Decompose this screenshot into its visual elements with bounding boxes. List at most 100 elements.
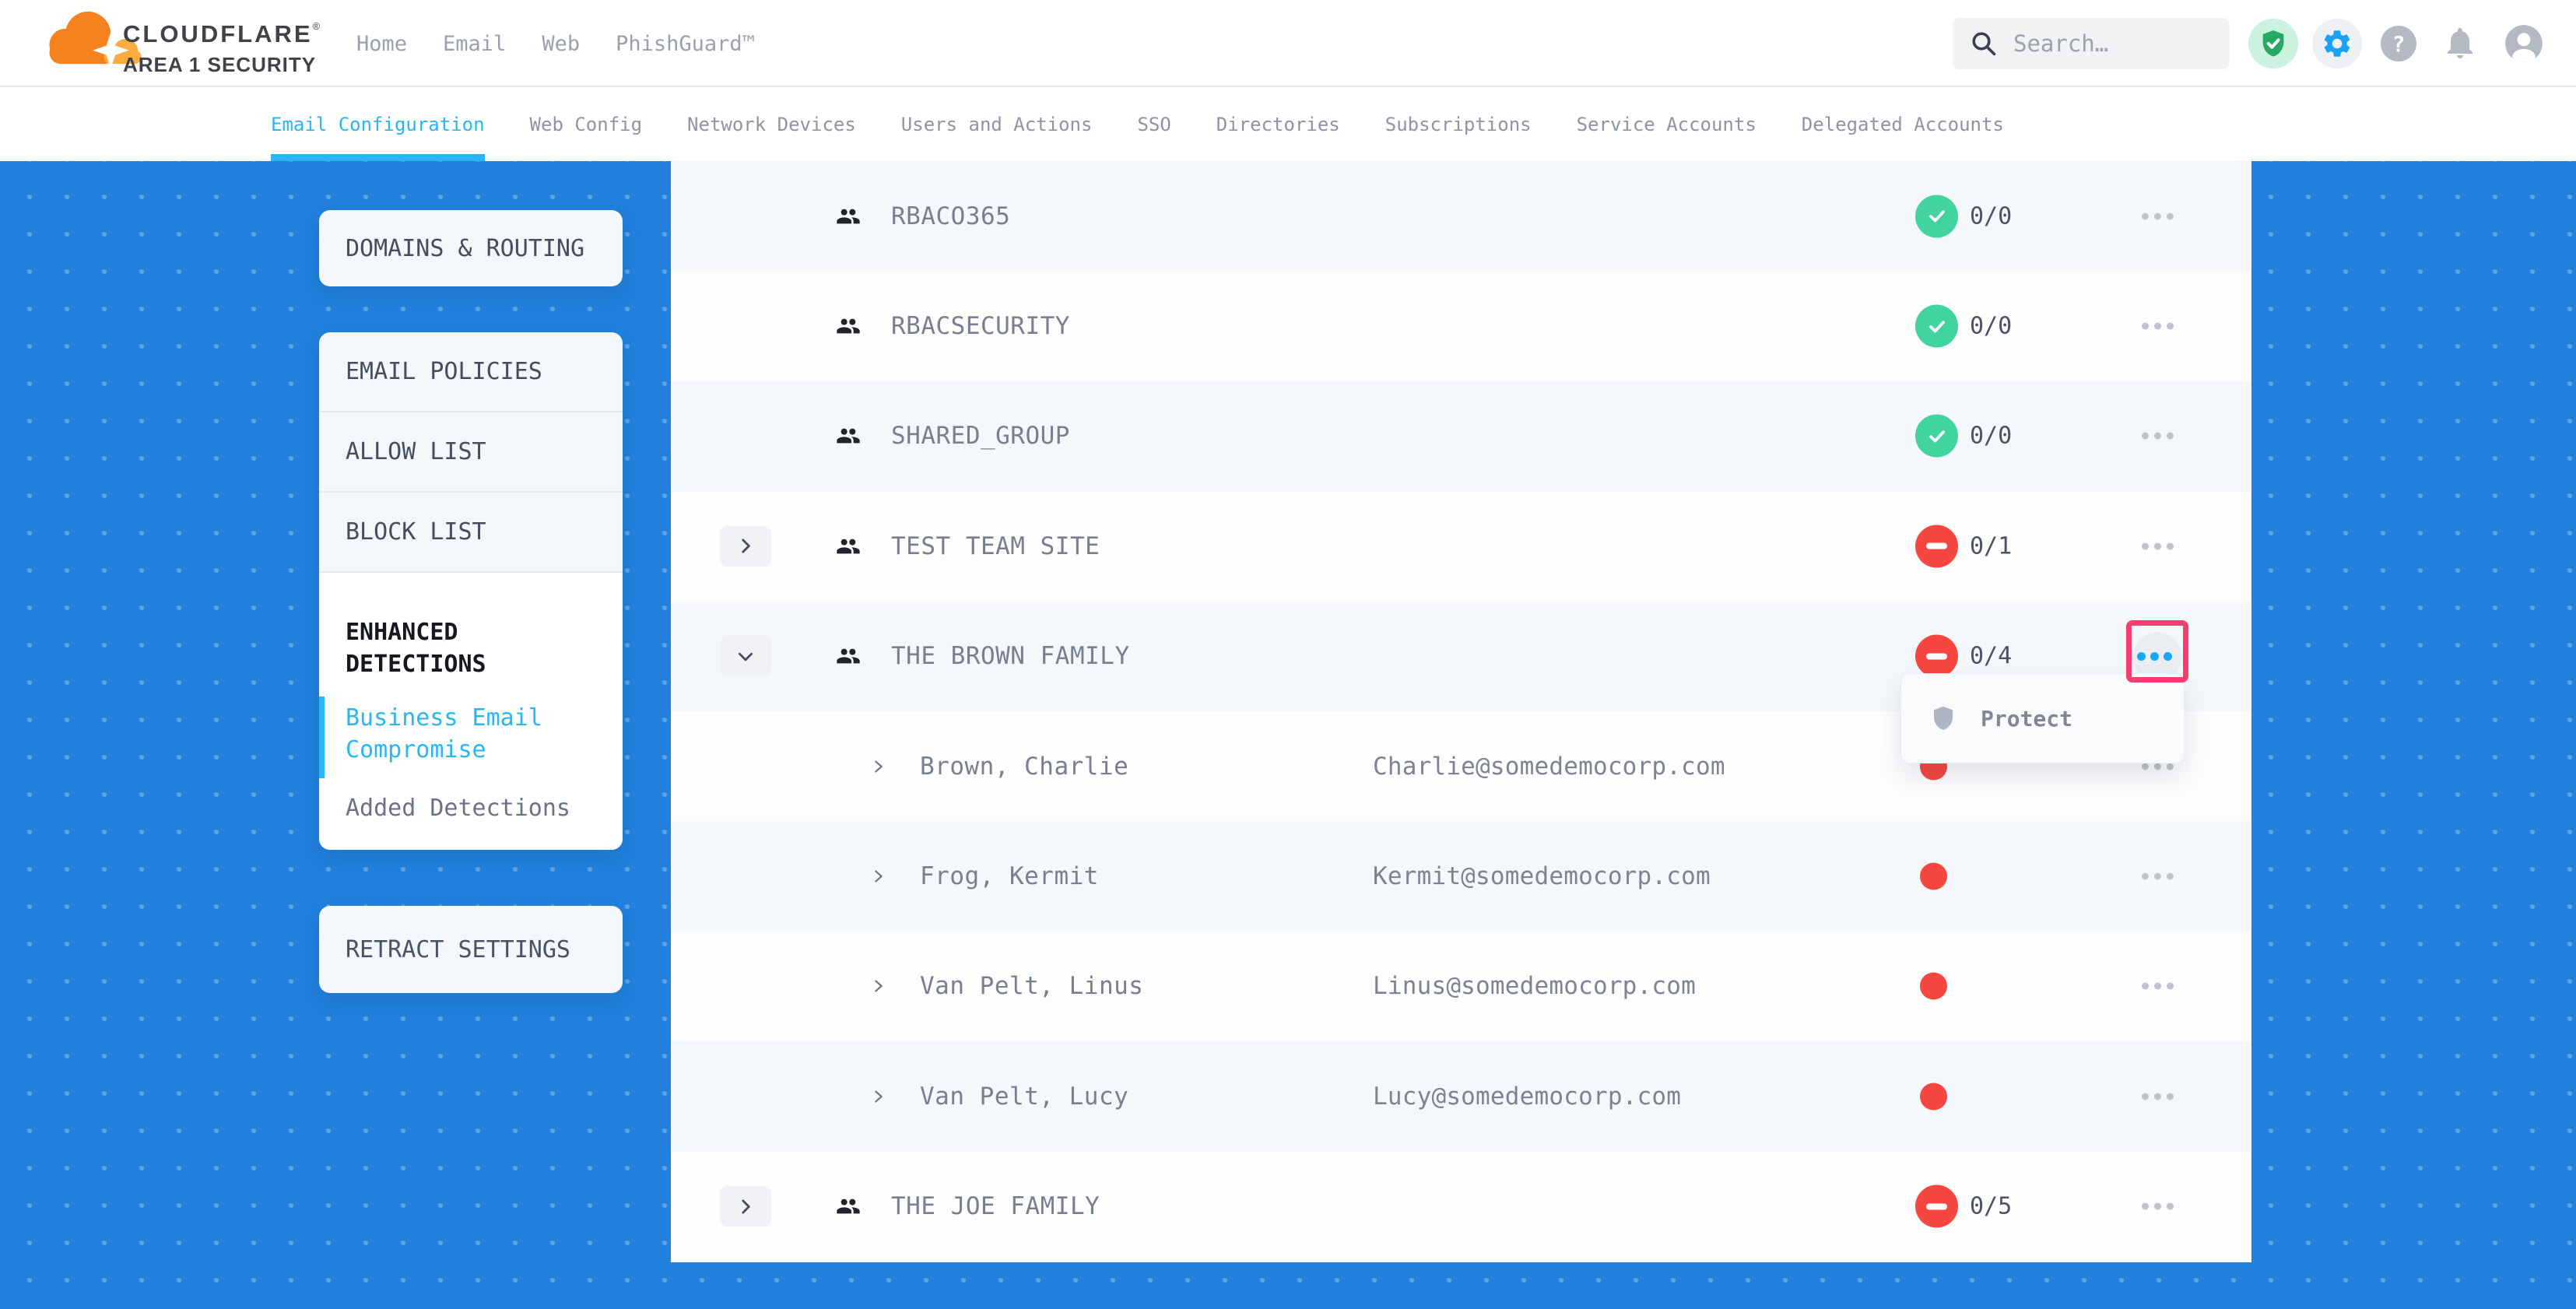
member-name: Brown, Charlie <box>920 753 1128 781</box>
row-actions-button[interactable] <box>2142 873 2174 880</box>
table-row-group: RBACO365 0/0 <box>671 161 2251 271</box>
table-row-group: SHARED_GROUP 0/0 <box>671 381 2251 491</box>
nav-web[interactable]: Web <box>542 32 580 56</box>
protection-count: 0/4 <box>1970 643 2012 670</box>
sidebar-item-block-list[interactable]: BLOCK LIST <box>319 493 623 573</box>
row-actions-button[interactable] <box>2142 542 2174 549</box>
protection-count: 0/0 <box>1970 202 2012 230</box>
tab-service-accounts[interactable]: Service Accounts <box>1577 87 1757 161</box>
member-email: Linus@somedemocorp.com <box>1373 972 1696 1000</box>
member-email: Charlie@somedemocorp.com <box>1373 753 1725 781</box>
brand-name: CLOUDFLARE <box>123 20 313 47</box>
table-row-member: Van Pelt, Lucy Lucy@somedemocorp.com <box>671 1041 2251 1151</box>
group-name: THE BROWN FAMILY <box>891 642 1130 670</box>
chevron-right-icon <box>870 868 887 885</box>
member-name: Frog, Kermit <box>920 862 1099 890</box>
table-row-member: Van Pelt, Linus Linus@somedemocorp.com <box>671 932 2251 1041</box>
protection-count: 0/1 <box>1970 532 2012 560</box>
tab-network-devices[interactable]: Network Devices <box>687 87 856 161</box>
sidebar-policies-card: EMAIL POLICIES ALLOW LIST BLOCK LIST ENH… <box>319 332 623 850</box>
account-icon[interactable] <box>2504 23 2544 64</box>
row-actions-button[interactable] <box>2142 1093 2174 1100</box>
row-actions-button[interactable] <box>2142 763 2174 770</box>
table-row-group: TEST TEAM SITE 0/1 <box>671 491 2251 601</box>
chevron-right-icon <box>870 758 887 775</box>
shield-icon <box>1929 703 1957 734</box>
table-row-group: THE JOE FAMILY 0/5 <box>671 1152 2251 1262</box>
member-name: Van Pelt, Linus <box>920 972 1143 1000</box>
group-icon <box>831 644 865 669</box>
chevron-right-icon <box>735 536 756 556</box>
group-name: RBACSECURITY <box>891 312 1070 340</box>
blocked-dot <box>1920 973 1947 1000</box>
group-name: RBACO365 <box>891 202 1010 230</box>
status-ok-icon <box>1915 305 1958 348</box>
sidebar-item-label: DOMAINS & ROUTING <box>346 235 584 262</box>
chevron-down-icon <box>735 646 756 666</box>
brand-text: CLOUDFLARE® AREA 1 SECURITY <box>123 20 320 77</box>
table-row-member: Frog, Kermit Kermit@somedemocorp.com <box>671 821 2251 931</box>
group-icon <box>831 204 865 229</box>
status-ok-icon <box>1915 195 1958 237</box>
group-icon <box>831 423 865 448</box>
status-ok-icon <box>1915 415 1958 458</box>
protection-count: 0/5 <box>1970 1193 2012 1220</box>
shield-check-icon[interactable] <box>2248 19 2298 68</box>
chevron-right-icon <box>870 977 887 995</box>
sidebar-link-business-email-compromise[interactable]: Business Email Compromise <box>346 702 579 766</box>
expand-button[interactable] <box>720 525 771 567</box>
status-blocked-icon <box>1915 525 1958 567</box>
search-icon <box>1970 30 1998 58</box>
row-actions-button[interactable] <box>2142 212 2174 219</box>
member-email: Lucy@somedemocorp.com <box>1373 1083 1681 1111</box>
help-glyph: ? <box>2392 31 2406 57</box>
tab-web-config[interactable]: Web Config <box>530 87 643 161</box>
row-actions-button[interactable] <box>2142 983 2174 990</box>
help-icon[interactable]: ? <box>2381 26 2416 61</box>
group-name: TEST TEAM SITE <box>891 532 1100 560</box>
context-menu-item-protect[interactable]: Protect <box>1929 703 2072 734</box>
sidebar-link-added-detections[interactable]: Added Detections <box>346 792 579 824</box>
tab-directories[interactable]: Directories <box>1216 87 1340 161</box>
active-link-indicator <box>319 697 325 778</box>
row-actions-button[interactable] <box>2142 323 2174 330</box>
nav-email[interactable]: Email <box>443 32 506 56</box>
tab-users-and-actions[interactable]: Users and Actions <box>901 87 1093 161</box>
tab-delegated-accounts[interactable]: Delegated Accounts <box>1802 87 2004 161</box>
nav-home[interactable]: Home <box>356 32 407 56</box>
sidebar-item-label: RETRACT SETTINGS <box>346 936 570 963</box>
member-name: Van Pelt, Lucy <box>920 1083 1128 1111</box>
row-actions-button[interactable] <box>2142 433 2174 440</box>
search-input[interactable] <box>2012 30 2199 58</box>
status-blocked-icon <box>1915 1185 1958 1228</box>
notifications-bell-icon[interactable] <box>2441 24 2479 61</box>
registered-mark: ® <box>313 20 321 32</box>
tab-subscriptions[interactable]: Subscriptions <box>1385 87 1532 161</box>
context-menu-item-label: Protect <box>1981 706 2072 732</box>
group-name: SHARED_GROUP <box>891 422 1070 450</box>
group-icon <box>831 1194 865 1219</box>
sidebar-section-title[interactable]: ENHANCED DETECTIONS <box>346 616 509 680</box>
sidebar-item-allow-list[interactable]: ALLOW LIST <box>319 412 623 493</box>
expand-button[interactable] <box>720 1186 771 1227</box>
group-icon <box>831 534 865 559</box>
status-blocked-icon <box>1915 635 1958 678</box>
nav-phishguard[interactable]: PhishGuard™ <box>616 32 755 56</box>
sidebar-item-retract-settings[interactable]: RETRACT SETTINGS <box>319 906 623 993</box>
settings-gear-icon[interactable] <box>2312 19 2362 68</box>
row-actions-button[interactable] <box>2142 1203 2174 1210</box>
tab-sso[interactable]: SSO <box>1137 87 1170 161</box>
secondary-navigation: Email Configuration Web Config Network D… <box>0 87 2576 161</box>
sidebar-item-domains-routing[interactable]: DOMAINS & ROUTING <box>319 210 623 286</box>
table-row-group: RBACSECURITY 0/0 <box>671 271 2251 381</box>
groups-table: RBACO365 0/0 RBACSECURITY 0/0 SHARED_GRO… <box>671 161 2251 1262</box>
tab-email-configuration[interactable]: Email Configuration <box>271 87 485 161</box>
highlight-box <box>2126 620 2188 683</box>
sidebar-item-email-policies[interactable]: EMAIL POLICIES <box>319 332 623 412</box>
search-box[interactable] <box>1953 18 2230 69</box>
group-name: THE JOE FAMILY <box>891 1192 1100 1220</box>
chevron-right-icon <box>735 1196 756 1216</box>
collapse-button[interactable] <box>720 636 771 677</box>
app-header: CLOUDFLARE® AREA 1 SECURITY Home Email W… <box>0 0 2576 87</box>
protection-count: 0/0 <box>1970 423 2012 450</box>
